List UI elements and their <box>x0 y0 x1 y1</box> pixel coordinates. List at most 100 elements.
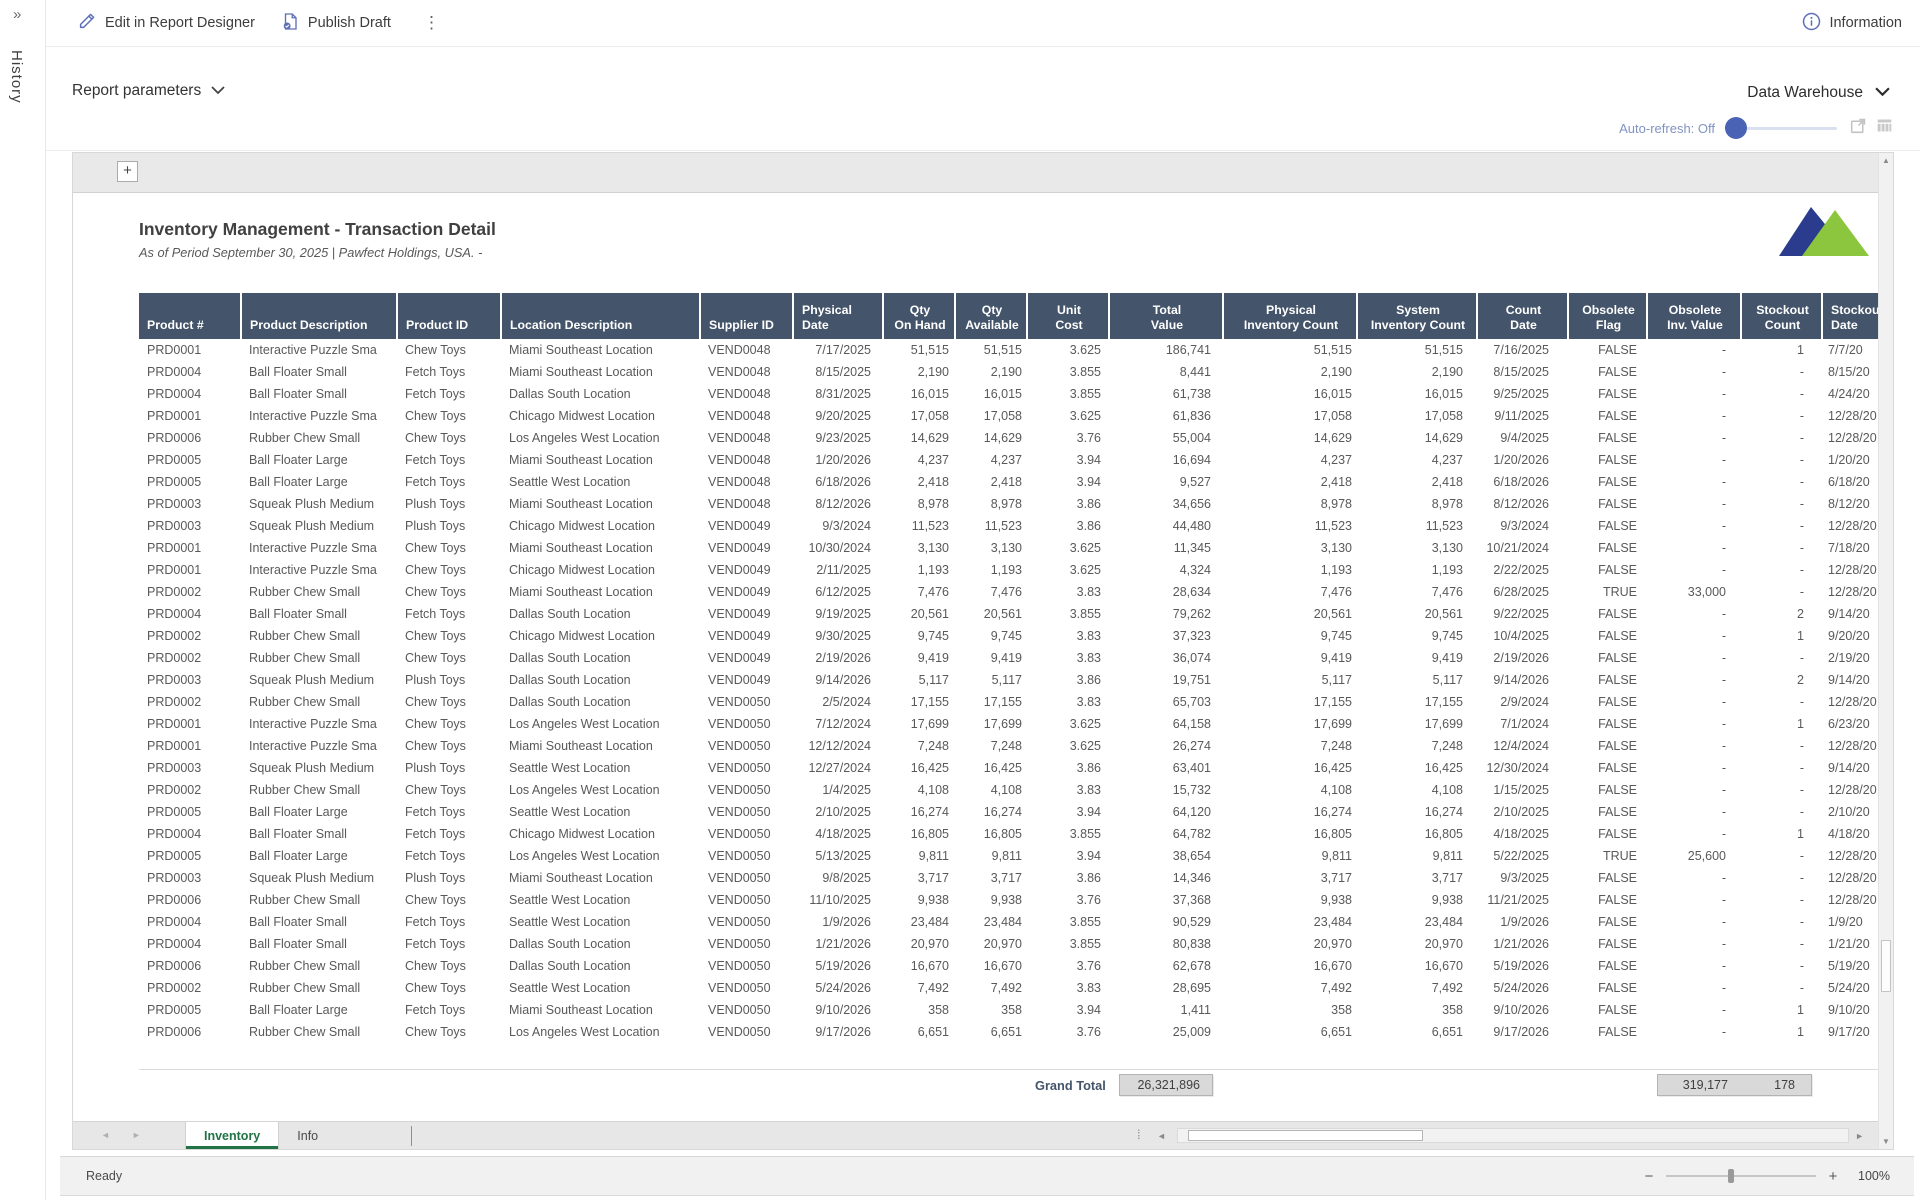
tab-scroll-right-icon[interactable]: ► <box>132 1130 141 1140</box>
cell: 9,419 <box>1223 647 1357 669</box>
cell: PRD0002 <box>139 625 241 647</box>
cell: FALSE <box>1568 669 1647 691</box>
cell: 9/30/2025 <box>793 625 883 647</box>
cell: 1 <box>1741 999 1822 1021</box>
vscroll-thumb[interactable] <box>1881 940 1891 992</box>
cell: VEND0048 <box>700 427 793 449</box>
cell: Seattle West Location <box>501 801 700 823</box>
scrollbar-splitter[interactable]: ⁞ <box>1137 1127 1141 1142</box>
table-row: PRD0003Squeak Plush MediumPlush ToysSeat… <box>139 757 1878 779</box>
zoom-slider[interactable] <box>1666 1175 1816 1177</box>
cell: 8,978 <box>955 493 1027 515</box>
cell: 4/24/20 <box>1822 383 1878 405</box>
cell: Los Angeles West Location <box>501 845 700 867</box>
export-icon[interactable] <box>1850 117 1867 139</box>
datasource-selector[interactable]: Data Warehouse <box>1747 84 1890 102</box>
toggle-knob[interactable] <box>1725 117 1747 139</box>
auto-refresh-control: Auto-refresh: Off <box>1619 117 1893 139</box>
cell: 3.855 <box>1027 911 1109 933</box>
cell: Chew Toys <box>397 537 501 559</box>
cell: 16,015 <box>955 383 1027 405</box>
cell: Interactive Puzzle Sma <box>241 339 397 361</box>
cell: PRD0004 <box>139 603 241 625</box>
cell: 17,058 <box>1223 405 1357 427</box>
cell: 9,745 <box>1223 625 1357 647</box>
cell: 8/15/2025 <box>1477 361 1568 383</box>
cell: FALSE <box>1568 911 1647 933</box>
cell: - <box>1741 779 1822 801</box>
cell: 7,248 <box>1357 735 1477 757</box>
sidebar-item-history[interactable]: History <box>8 50 25 104</box>
cell: VEND0050 <box>700 911 793 933</box>
toolbar: Edit in Report Designer Publish Draft ⋮ … <box>46 0 1920 47</box>
cell: 1/4/2025 <box>793 779 883 801</box>
report-canvas: Inventory Management - Transaction Detai… <box>73 193 1878 1121</box>
tab-info[interactable]: Info <box>279 1122 336 1149</box>
kebab-menu-icon[interactable]: ⋮ <box>417 13 446 33</box>
edit-in-report-designer-button[interactable]: Edit in Report Designer <box>78 12 255 34</box>
cell: 5,117 <box>1357 669 1477 691</box>
cell: - <box>1741 955 1822 977</box>
vscroll-down-icon[interactable]: ▼ <box>1879 1137 1893 1146</box>
hscroll-right-icon[interactable]: ► <box>1855 1131 1864 1141</box>
cell: Rubber Chew Small <box>241 625 397 647</box>
auto-refresh-toggle[interactable] <box>1725 117 1837 139</box>
cell: Dallas South Location <box>501 603 700 625</box>
cell: 16,015 <box>1357 383 1477 405</box>
cell: 36,074 <box>1109 647 1223 669</box>
cell: Interactive Puzzle Sma <box>241 537 397 559</box>
zoom-slider-thumb[interactable] <box>1728 1169 1734 1183</box>
cell: 64,120 <box>1109 801 1223 823</box>
sidebar-collapse-icon[interactable]: » <box>13 6 21 23</box>
cell: 12/28/20 <box>1822 427 1878 449</box>
zoom-in-button[interactable]: + <box>1826 1168 1840 1185</box>
cell: VEND0050 <box>700 955 793 977</box>
table-row: PRD0001Interactive Puzzle SmaChew ToysCh… <box>139 405 1878 427</box>
cell: PRD0003 <box>139 757 241 779</box>
hscroll-thumb[interactable] <box>1188 1130 1423 1141</box>
cell: 7/18/20 <box>1822 537 1878 559</box>
horizontal-scrollbar[interactable] <box>1177 1128 1849 1143</box>
add-button[interactable]: + <box>117 161 138 182</box>
column-header: System Inventory Count <box>1357 293 1477 339</box>
cell: 12/28/20 <box>1822 691 1878 713</box>
cell: Squeak Plush Medium <box>241 515 397 537</box>
cell: 186,741 <box>1109 339 1223 361</box>
zoom-out-button[interactable]: − <box>1642 1168 1656 1185</box>
vscroll-up-icon[interactable]: ▲ <box>1879 156 1893 165</box>
table-row: PRD0001Interactive Puzzle SmaChew ToysCh… <box>139 559 1878 581</box>
cell: FALSE <box>1568 537 1647 559</box>
cell: 34,656 <box>1109 493 1223 515</box>
publish-draft-button[interactable]: Publish Draft <box>281 12 391 35</box>
vertical-scrollbar[interactable]: ▲ ▼ <box>1878 153 1893 1149</box>
cell: 28,634 <box>1109 581 1223 603</box>
cell: 3.625 <box>1027 713 1109 735</box>
cell: - <box>1741 757 1822 779</box>
cell: - <box>1741 977 1822 999</box>
tab-inventory[interactable]: Inventory <box>185 1122 279 1149</box>
cell: 6,651 <box>1357 1021 1477 1043</box>
cell: 9,419 <box>955 647 1027 669</box>
cell: Fetch Toys <box>397 361 501 383</box>
cell: 16,425 <box>883 757 955 779</box>
information-button[interactable]: Information <box>1802 12 1902 35</box>
cell: VEND0048 <box>700 471 793 493</box>
cell: 12/28/20 <box>1822 867 1878 889</box>
hscroll-left-icon[interactable]: ◄ <box>1157 1131 1166 1141</box>
cell: 44,480 <box>1109 515 1223 537</box>
cell: - <box>1647 471 1741 493</box>
tab-scroll-left-icon[interactable]: ◄ <box>101 1130 110 1140</box>
cell: PRD0001 <box>139 559 241 581</box>
report-parameters-toggle[interactable]: Report parameters <box>72 82 225 100</box>
grand-total-obsolete-value: 319,177 <box>1658 1075 1740 1095</box>
cell: Squeak Plush Medium <box>241 493 397 515</box>
cell: 16,015 <box>1223 383 1357 405</box>
cell: - <box>1647 427 1741 449</box>
cell: FALSE <box>1568 493 1647 515</box>
cell: 16,670 <box>883 955 955 977</box>
cell: 9/22/2025 <box>1477 603 1568 625</box>
grid-icon[interactable] <box>1876 117 1893 139</box>
cell: Fetch Toys <box>397 999 501 1021</box>
cell: 61,738 <box>1109 383 1223 405</box>
cell: 65,703 <box>1109 691 1223 713</box>
